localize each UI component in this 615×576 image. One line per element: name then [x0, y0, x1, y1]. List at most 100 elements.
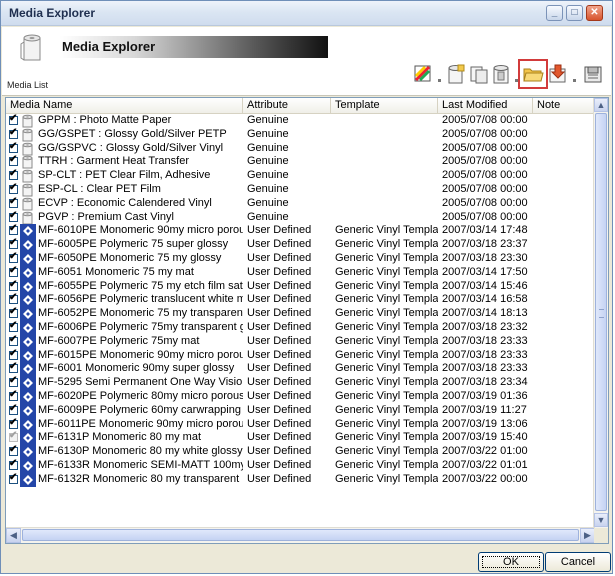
- row-checkbox[interactable]: ✔: [9, 348, 18, 360]
- cell-template: [335, 128, 438, 142]
- table-row[interactable]: ✔ MF-6011PE Monomeric 90my micro porous g…: [6, 416, 595, 432]
- cell-template: Generic Vinyl Template: [335, 238, 438, 251]
- row-checkbox[interactable]: ✔: [9, 237, 18, 250]
- vertical-scroll-thumb[interactable]: [595, 113, 607, 511]
- horizontal-scroll-thumb[interactable]: [22, 529, 579, 541]
- row-checkbox[interactable]: ✔: [9, 403, 18, 415]
- delete-media-icon[interactable]: [490, 63, 512, 85]
- check-icon: ✔: [9, 416, 18, 428]
- row-checkbox[interactable]: ✔: [9, 444, 18, 457]
- table-row[interactable]: ✔ MF-6130P Monomeric 80 my white glossy Us…: [6, 444, 595, 460]
- cell-attribute: User Defined: [247, 348, 312, 361]
- scroll-right-button[interactable]: ▶: [580, 528, 595, 543]
- row-checkbox[interactable]: ✔: [9, 279, 18, 291]
- row-checkbox[interactable]: ✔: [9, 210, 18, 222]
- row-checkbox[interactable]: ✔: [9, 416, 18, 429]
- cell-template: Generic Vinyl Template: [335, 320, 438, 333]
- import-media-icon[interactable]: [547, 63, 569, 85]
- cell-last-modified: 2007/03/19 11:27: [442, 403, 527, 416]
- save-media-icon[interactable]: [582, 63, 604, 85]
- row-checkbox[interactable]: ✔: [9, 127, 18, 139]
- row-checkbox[interactable]: ✔: [9, 113, 18, 125]
- toolbar-separator: [573, 79, 576, 82]
- column-media-name[interactable]: Media Name: [6, 98, 243, 113]
- row-checkbox[interactable]: ✔: [9, 265, 18, 277]
- row-checkbox[interactable]: ✔: [9, 361, 18, 374]
- table-row[interactable]: ✔ MF-6051 Monomeric 75 my mat User Defined…: [6, 265, 595, 280]
- table-row[interactable]: ✔ MF-6133R Monomeric SEMI-MATT 100my re Us…: [6, 458, 595, 473]
- table-row[interactable]: ✔ PGVP : Premium Cast Vinyl Genuine 2005/07…: [6, 210, 595, 225]
- ok-button[interactable]: OK: [478, 552, 544, 572]
- table-row[interactable]: ✔ MF-6005PE Polymeric 75 super glossy User…: [6, 237, 595, 253]
- table-row[interactable]: ✔ MF-6055PE Polymeric 75 my etch film sat…: [6, 279, 595, 294]
- table-row[interactable]: ✔ MF-6131P Monomeric 80 my mat User Define…: [6, 430, 595, 446]
- row-checkbox[interactable]: ✔: [9, 292, 18, 305]
- row-checkbox[interactable]: ✔: [9, 223, 18, 236]
- row-checkbox[interactable]: ✔: [9, 375, 18, 388]
- cell-media-name: MF-6050PE Monomeric 75 my glossy: [38, 251, 222, 264]
- table-row[interactable]: ✔ MF-6009PE Polymeric 60my carwrapping Use…: [6, 403, 595, 418]
- row-checkbox[interactable]: ✔: [9, 320, 18, 332]
- table-row[interactable]: ✔ MF-6052PE Monomeric 75 my transparent g…: [6, 306, 595, 322]
- scroll-left-button[interactable]: ◀: [6, 528, 21, 543]
- cell-last-modified: 2007/03/22 01:00: [442, 445, 528, 458]
- media-list[interactable]: Media Name Attribute Template Last Modif…: [5, 97, 609, 544]
- table-row[interactable]: ✔ MF-6056PE Polymeric translucent white m…: [6, 292, 595, 308]
- table-row[interactable]: ✔ MF-6010PE Monomeric 90my micro porous g…: [6, 223, 595, 239]
- vertical-scrollbar[interactable]: ▲ ▼: [593, 98, 608, 528]
- row-checkbox[interactable]: ✔: [9, 251, 18, 263]
- horizontal-scrollbar[interactable]: ◀ ▶: [6, 527, 595, 543]
- row-checkbox[interactable]: ✔: [9, 458, 18, 470]
- table-row[interactable]: ✔ GG/GSPET : Glossy Gold/Silver PETP Genui…: [6, 127, 595, 142]
- scroll-up-button[interactable]: ▲: [594, 98, 608, 112]
- row-checkbox[interactable]: ✔: [9, 334, 18, 346]
- table-row[interactable]: ✔ MF-5295 Semi Permanent One Way Vision C…: [6, 375, 595, 391]
- table-row[interactable]: ✔ MF-6050PE Monomeric 75 my glossy User De…: [6, 251, 595, 266]
- column-note[interactable]: Note: [533, 98, 595, 113]
- table-row[interactable]: ✔ MF-6015PE Monomeric 90my micro porous m…: [6, 348, 595, 363]
- column-template[interactable]: Template: [331, 98, 438, 113]
- table-row[interactable]: ✔ GG/GSPVC : Glossy Gold/Silver Vinyl Genu…: [6, 141, 595, 156]
- minimize-button[interactable]: _: [546, 5, 563, 21]
- close-button[interactable]: ✕: [586, 5, 603, 21]
- cell-last-modified: 2005/07/08 00:00: [442, 127, 528, 140]
- new-media-icon[interactable]: [445, 63, 467, 85]
- cell-media-name: MF-6132R Monomeric 80 my transparent rem: [38, 472, 243, 485]
- column-last-modified[interactable]: Last Modified: [438, 98, 533, 113]
- table-row[interactable]: ✔ MF-6132R Monomeric 80 my transparent re…: [6, 472, 595, 487]
- cell-last-modified: 2007/03/18 23:37: [442, 238, 528, 251]
- row-checkbox[interactable]: ✔: [9, 154, 18, 167]
- genuine-media-icon: [20, 155, 36, 169]
- table-row[interactable]: ✔ MF-6001 Monomeric 90my super glossy User…: [6, 361, 595, 377]
- title-bar[interactable]: Media Explorer _ □ ✕: [1, 1, 612, 26]
- table-row[interactable]: ✔ ESP-CL : Clear PET Film Genuine 2005/07/0…: [6, 182, 595, 197]
- cell-template: Generic Vinyl Template: [335, 445, 438, 458]
- row-checkbox[interactable]: ✔: [9, 196, 18, 208]
- row-checkbox[interactable]: ✔: [9, 182, 18, 194]
- cell-note: [537, 459, 595, 473]
- table-row[interactable]: ✔ GPPM : Photo Matte Paper Genuine 2005/07/…: [6, 113, 595, 128]
- cancel-button[interactable]: Cancel: [545, 552, 611, 572]
- user-media-icon: [20, 389, 36, 404]
- cell-note: [537, 114, 595, 128]
- column-attribute[interactable]: Attribute: [243, 98, 331, 113]
- cell-media-name: MF-6130P Monomeric 80 my white glossy: [38, 445, 243, 458]
- copy-media-icon[interactable]: [468, 63, 490, 85]
- open-folder-icon[interactable]: [518, 59, 548, 89]
- maximize-button[interactable]: □: [566, 5, 583, 21]
- table-row[interactable]: ✔ MF-6020PE Polymeric 80my micro porous g…: [6, 389, 595, 404]
- arrow-right-icon: ▶: [584, 530, 591, 540]
- row-checkbox[interactable]: ✔: [9, 472, 18, 484]
- table-row[interactable]: ✔ MF-6006PE Polymeric 75my transparent gl…: [6, 320, 595, 335]
- scroll-down-button[interactable]: ▼: [594, 513, 608, 527]
- row-checkbox[interactable]: ✔: [9, 389, 18, 401]
- table-row[interactable]: ✔ TTRH : Garment Heat Transfer Genuine 2005…: [6, 154, 595, 169]
- row-checkbox[interactable]: ✔: [9, 141, 18, 153]
- cell-template: [335, 197, 438, 211]
- row-checkbox[interactable]: ✔: [9, 168, 18, 181]
- row-checkbox[interactable]: ✔: [9, 306, 18, 319]
- table-row[interactable]: ✔ MF-6007PE Polymeric 75my mat User Define…: [6, 334, 595, 349]
- table-row[interactable]: ✔ ECVP : Economic Calendered Vinyl Genuine…: [6, 196, 595, 211]
- color-palette-icon[interactable]: [412, 63, 434, 85]
- table-row[interactable]: ✔ SP-CLT : PET Clear Film, Adhesive Genuin…: [6, 168, 595, 183]
